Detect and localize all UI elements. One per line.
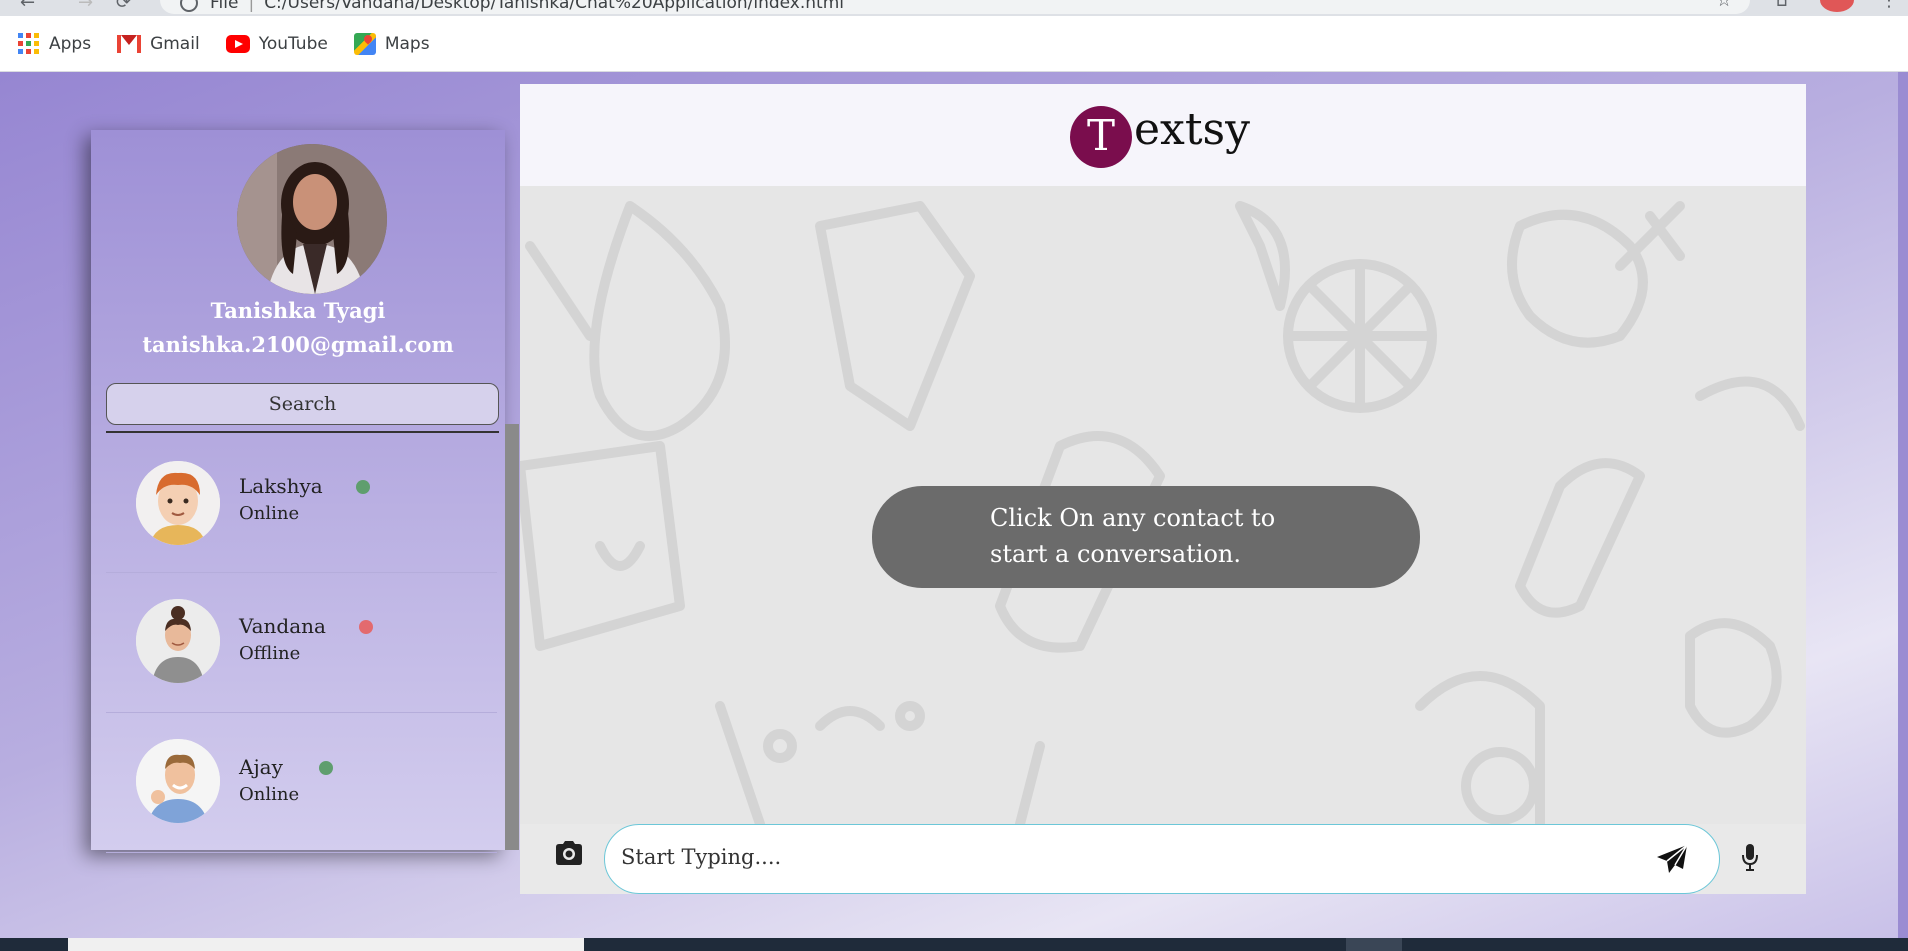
url-scheme-label: File <box>210 0 239 13</box>
contact-avatar <box>136 739 220 823</box>
back-icon[interactable]: ← <box>20 0 35 13</box>
contact-status: Online <box>239 784 300 805</box>
bookmark-label: YouTube <box>258 33 328 54</box>
camera-icon[interactable] <box>554 839 584 867</box>
bookmark-label: Maps <box>384 33 430 54</box>
chat-panel: T extsy Click On any contact to start a … <box>520 84 1806 894</box>
prompt-line-2: start a conversation. <box>990 540 1242 568</box>
menu-icon[interactable]: ⋮ <box>1880 0 1898 11</box>
logo-initial: T <box>1070 106 1132 168</box>
contact-status: Offline <box>239 643 301 664</box>
bookmark-label: Apps <box>49 33 92 54</box>
message-input[interactable]: Start Typing.... <box>604 824 1720 894</box>
contact-list: Lakshya Online Vandana Offline Ajay Onli… <box>106 433 497 853</box>
contact-name: Vandana <box>239 614 326 638</box>
url-text[interactable]: C:/Users/Vandana/Desktop/Tanishka/Chat%2… <box>264 0 844 14</box>
bookmark-apps[interactable]: Apps <box>18 32 92 55</box>
extension-icon[interactable]: ⌂ <box>1776 0 1787 11</box>
page-scrollbar[interactable] <box>1898 72 1908 938</box>
page-background: Tanishka Tyagi tanishka.2100@gmail.com S… <box>0 72 1908 938</box>
contact-item-vandana[interactable]: Vandana Offline <box>106 573 497 713</box>
profile-email: tanishka.2100@gmail.com <box>142 332 454 357</box>
empty-chat-prompt: Click On any contact to start a conversa… <box>872 486 1420 588</box>
offline-status-dot <box>359 620 373 634</box>
bookmark-gmail[interactable]: Gmail <box>117 34 200 54</box>
online-status-dot <box>319 761 333 775</box>
forward-icon[interactable]: → <box>78 0 93 13</box>
contact-status: Online <box>239 503 300 524</box>
logo-wordmark: extsy <box>1134 104 1250 155</box>
os-taskbar <box>0 938 1908 951</box>
address-bar[interactable]: File | C:/Users/Vandana/Desktop/Tanishka… <box>160 0 1750 14</box>
bookmark-youtube[interactable]: YouTube <box>225 33 328 54</box>
contact-item-lakshya[interactable]: Lakshya Online <box>106 433 497 573</box>
contact-list-scrollbar[interactable] <box>505 424 519 850</box>
contact-item-ajay[interactable]: Ajay Online <box>106 713 497 853</box>
contact-avatar <box>136 461 220 545</box>
maps-icon <box>353 32 376 55</box>
chat-footer: Start Typing.... <box>520 824 1806 894</box>
taskbar-active-app[interactable] <box>1346 938 1402 951</box>
search-input[interactable]: Search <box>106 383 499 425</box>
chat-header: T extsy <box>520 84 1806 186</box>
bookmarks-bar: Apps Gmail YouTube Maps <box>0 16 1908 72</box>
youtube-icon <box>225 34 250 53</box>
taskbar-search[interactable] <box>68 938 584 951</box>
sidebar: Tanishka Tyagi tanishka.2100@gmail.com S… <box>91 130 519 853</box>
gmail-icon <box>117 34 142 53</box>
chat-background: Click On any contact to start a conversa… <box>520 186 1806 824</box>
profile-avatar-photo <box>237 144 387 294</box>
contact-name: Lakshya <box>239 474 323 498</box>
online-status-dot <box>356 480 370 494</box>
info-icon[interactable] <box>180 0 198 12</box>
bookmark-label: Gmail <box>150 33 200 54</box>
star-icon[interactable]: ☆ <box>1716 0 1732 11</box>
bookmark-maps[interactable]: Maps <box>353 32 430 55</box>
reload-icon[interactable]: ⟳ <box>116 0 131 13</box>
url-separator: | <box>248 0 255 13</box>
microphone-icon[interactable] <box>1740 842 1760 872</box>
contact-name: Ajay <box>239 755 283 779</box>
prompt-line-1: Click On any contact to <box>990 504 1276 532</box>
contact-avatar <box>136 599 220 683</box>
apps-grid-icon <box>18 32 40 55</box>
send-icon[interactable] <box>1655 843 1689 875</box>
message-input-placeholder: Start Typing.... <box>621 845 782 869</box>
profile-name: Tanishka Tyagi <box>210 298 386 323</box>
